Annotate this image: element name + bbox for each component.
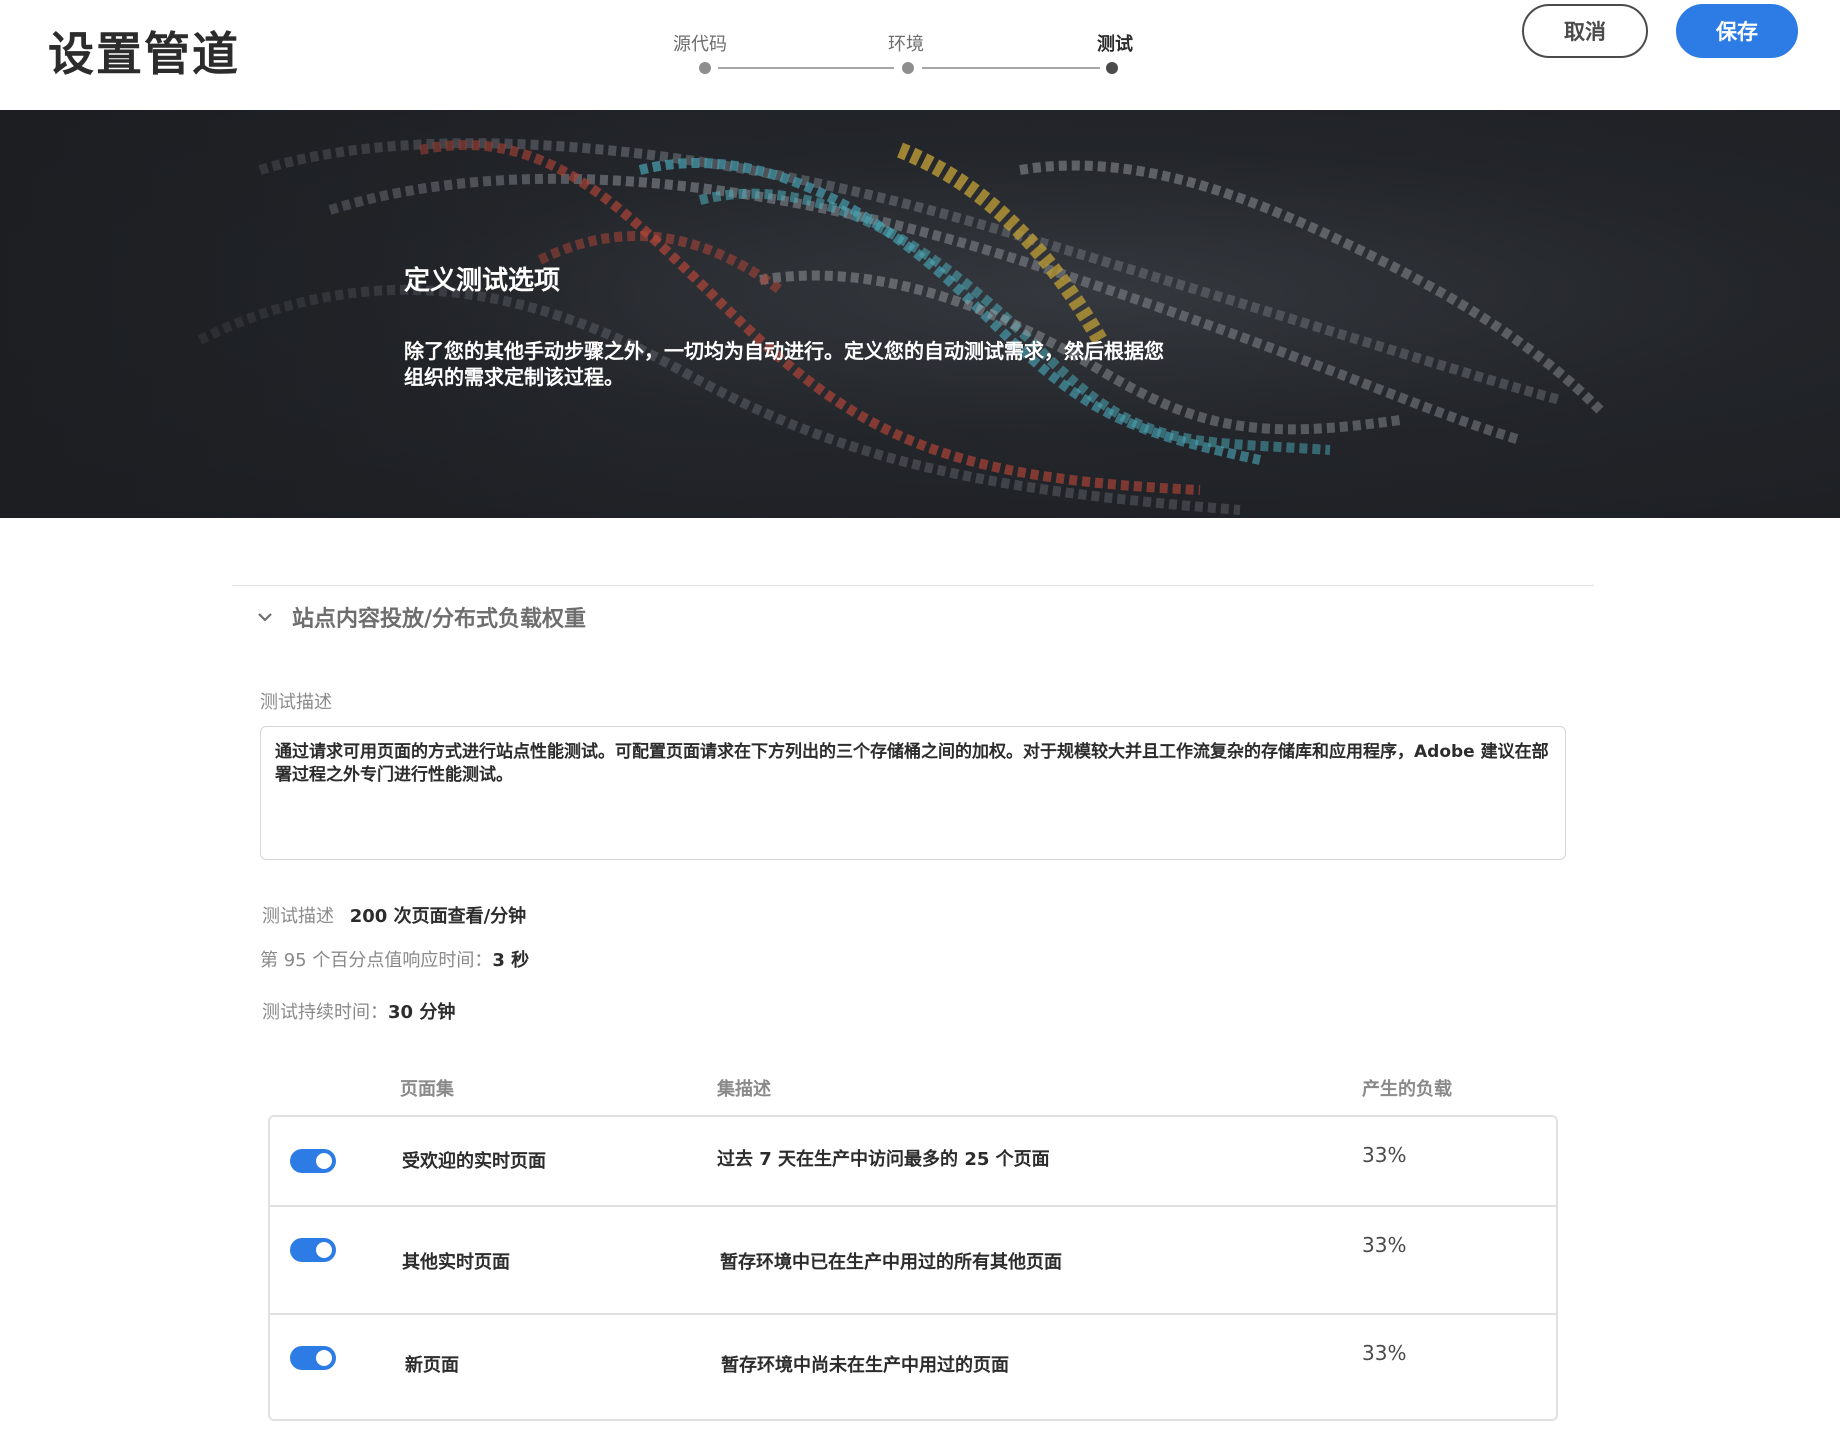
section-divider xyxy=(232,585,1594,586)
page-set-name: 新页面 xyxy=(405,1355,459,1376)
load-percentage: 33% xyxy=(1362,1233,1407,1257)
hero-description: 除了您的其他手动步骤之外，一切均为自动进行。定义您的自动测试需求，然后根据您组织… xyxy=(404,339,1164,389)
toggle-switch[interactable] xyxy=(290,1238,336,1262)
row-divider xyxy=(270,1313,1556,1315)
test-duration-value: 30 分钟 xyxy=(388,1002,456,1023)
response-time-value: 3 秒 xyxy=(492,950,530,971)
page-set-description: 过去 7 天在生产中访问最多的 25 个页面 xyxy=(717,1149,1050,1170)
hero-title: 定义测试选项 xyxy=(404,266,561,296)
page-title: 设置管道 xyxy=(48,27,240,81)
response-time-info: 第 95 个百分点值响应时间：3 秒 xyxy=(260,946,529,972)
column-header-load: 产生的负载 xyxy=(1362,1079,1452,1100)
step-connector xyxy=(718,67,894,69)
hero-background-art xyxy=(0,110,1840,518)
top-header: 设置管道 源代码 环境 测试 取消 保存 xyxy=(0,0,1840,110)
toggle-knob xyxy=(316,1242,332,1258)
step-environment-dot[interactable] xyxy=(902,62,914,74)
step-source-code-label[interactable]: 源代码 xyxy=(673,30,727,56)
page-set-description: 暂存环境中尚未在生产中用过的页面 xyxy=(721,1355,1009,1376)
page-set-description: 暂存环境中已在生产中用过的所有其他页面 xyxy=(720,1252,1062,1273)
step-testing-dot[interactable] xyxy=(1106,62,1118,74)
column-header-set-description: 集描述 xyxy=(717,1079,771,1100)
progress-stepper: 源代码 环境 测试 xyxy=(640,22,1160,82)
page-views-value: 200 次页面查看/分钟 xyxy=(349,906,527,927)
page-set-table: 受欢迎的实时页面 过去 7 天在生产中访问最多的 25 个页面 33% 其他实时… xyxy=(268,1115,1558,1421)
page-set-name: 其他实时页面 xyxy=(402,1252,510,1273)
page-set-name: 受欢迎的实时页面 xyxy=(402,1151,546,1172)
page-views-info: 测试描述 200 次页面查看/分钟 xyxy=(262,902,526,928)
page-views-label: 测试描述 xyxy=(262,906,334,927)
response-time-label: 第 95 个百分点值响应时间： xyxy=(260,950,493,971)
load-percentage: 33% xyxy=(1362,1341,1407,1365)
column-header-page-set: 页面集 xyxy=(400,1079,454,1100)
save-button[interactable]: 保存 xyxy=(1676,4,1798,58)
step-connector xyxy=(922,67,1100,69)
step-testing-label[interactable]: 测试 xyxy=(1097,30,1133,56)
section-header[interactable]: 站点内容投放/分布式负载权重 xyxy=(292,601,586,633)
load-percentage: 33% xyxy=(1362,1143,1407,1167)
row-divider xyxy=(270,1205,1556,1207)
test-description-field[interactable]: 通过请求可用页面的方式进行站点性能测试。可配置页面请求在下方列出的三个存储桶之间… xyxy=(260,726,1566,860)
step-source-code-dot[interactable] xyxy=(699,62,711,74)
cancel-button[interactable]: 取消 xyxy=(1522,4,1648,58)
test-duration-info: 测试持续时间：30 分钟 xyxy=(262,998,455,1024)
toggle-switch[interactable] xyxy=(290,1149,336,1173)
step-environment-label[interactable]: 环境 xyxy=(888,30,924,56)
hero-banner: 定义测试选项 除了您的其他手动步骤之外，一切均为自动进行。定义您的自动测试需求，… xyxy=(0,110,1840,518)
toggle-switch[interactable] xyxy=(290,1346,336,1370)
test-description-label: 测试描述 xyxy=(260,692,332,713)
chevron-down-icon[interactable] xyxy=(256,608,274,626)
test-duration-label: 测试持续时间： xyxy=(262,1002,388,1023)
toggle-knob xyxy=(316,1350,332,1366)
toggle-knob xyxy=(316,1153,332,1169)
